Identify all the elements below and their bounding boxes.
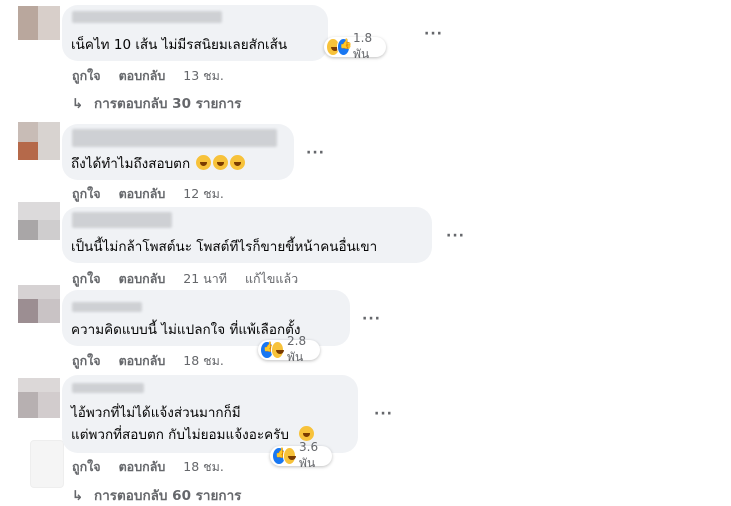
reaction-count: 2.8 พัน xyxy=(287,333,307,364)
laughing-emoji-icon xyxy=(213,155,229,170)
like-button[interactable]: ถูกใจ xyxy=(72,269,101,289)
comment-actions: ถูกใจ ตอบกลับ 13 ชม. xyxy=(72,66,224,86)
avatar[interactable] xyxy=(18,122,60,162)
comment-bubble: เป็นนี้ไม่กล้าโพสต์นะ โพสต์ทีไรก็ขายขี้ห… xyxy=(62,207,432,263)
like-button[interactable]: ถูกใจ xyxy=(72,457,101,477)
avatar[interactable] xyxy=(18,285,60,325)
comment-bubble: เน็คไท 10 เส้น ไม่มีรสนิยมเลยสักเส้น xyxy=(62,5,328,61)
laughing-emoji-icon xyxy=(230,155,246,170)
more-options-button[interactable]: ··· xyxy=(362,311,381,327)
more-options-button[interactable]: ··· xyxy=(446,228,465,244)
comment-text-content: ถึงได้ทำไมถึงสอบตก xyxy=(71,156,191,172)
reaction-count: 3.6 พัน xyxy=(299,439,319,470)
reaction-count: 1.8 พัน xyxy=(353,30,373,61)
like-reaction-icon xyxy=(336,38,351,56)
more-options-button[interactable]: ··· xyxy=(306,145,325,161)
reaction-summary[interactable]: 3.6 พัน xyxy=(270,440,333,470)
comment-text-line-2: แต่พวกที่สอบตก กับไม่ยอมแจ้งอะครับ xyxy=(71,425,315,445)
author-name[interactable] xyxy=(72,302,142,312)
timestamp[interactable]: 21 นาที xyxy=(183,269,227,289)
like-button[interactable]: ถูกใจ xyxy=(72,184,101,204)
reply-button[interactable]: ตอบกลับ xyxy=(119,269,166,289)
avatar-shadow xyxy=(30,440,64,488)
reply-button[interactable]: ตอบกลับ xyxy=(119,184,166,204)
author-name[interactable] xyxy=(72,129,277,147)
timestamp[interactable]: 18 ชม. xyxy=(183,457,224,477)
timestamp[interactable]: 18 ชม. xyxy=(183,351,224,371)
author-name[interactable] xyxy=(72,212,172,228)
reaction-summary[interactable]: 2.8 พัน xyxy=(258,334,321,364)
comment-text-line-1: ไอ้พวกที่ไม่ได้แจ้งส่วนมากก็มี xyxy=(71,405,241,421)
avatar[interactable] xyxy=(18,6,60,46)
reaction-summary[interactable]: 1.8 พัน xyxy=(324,31,387,61)
author-name[interactable] xyxy=(72,383,144,393)
more-options-button[interactable]: ··· xyxy=(424,26,443,42)
comment-text: เป็นนี้ไม่กล้าโพสต์นะ โพสต์ทีไรก็ขายขี้ห… xyxy=(71,239,378,255)
timestamp[interactable]: 13 ชม. xyxy=(183,66,224,86)
comment-bubble: ถึงได้ทำไมถึงสอบตก xyxy=(62,124,294,180)
edited-label[interactable]: แก้ไขแล้ว xyxy=(245,269,298,289)
like-button[interactable]: ถูกใจ xyxy=(72,351,101,371)
reply-button[interactable]: ตอบกลับ xyxy=(119,66,166,86)
avatar[interactable] xyxy=(18,378,60,418)
timestamp[interactable]: 12 ชม. xyxy=(183,184,224,204)
comment-actions: ถูกใจ ตอบกลับ 21 นาที แก้ไขแล้ว xyxy=(72,269,298,289)
view-replies-link[interactable]: ↳ การตอบกลับ 60 รายการ xyxy=(72,484,241,506)
reply-arrow-icon: ↳ xyxy=(72,96,84,112)
reply-arrow-icon: ↳ xyxy=(72,488,84,504)
comment-actions: ถูกใจ ตอบกลับ 18 ชม. xyxy=(72,351,224,371)
comment-actions: ถูกใจ ตอบกลับ 12 ชม. xyxy=(72,184,224,204)
haha-reaction-icon xyxy=(282,447,297,465)
replies-label: การตอบกลับ 30 รายการ xyxy=(94,96,242,112)
view-replies-link[interactable]: ↳ การตอบกลับ 30 รายการ xyxy=(72,92,241,114)
comment-text: ถึงได้ทำไมถึงสอบตก xyxy=(71,154,246,174)
like-button[interactable]: ถูกใจ xyxy=(72,66,101,86)
reply-button[interactable]: ตอบกลับ xyxy=(119,457,166,477)
comment-actions: ถูกใจ ตอบกลับ 18 ชม. xyxy=(72,457,224,477)
laughing-emoji-icon xyxy=(196,155,212,170)
comment-text: เน็คไท 10 เส้น ไม่มีรสนิยมเลยสักเส้น xyxy=(71,37,288,53)
more-options-button[interactable]: ··· xyxy=(374,406,393,422)
author-name[interactable] xyxy=(72,11,222,23)
reply-button[interactable]: ตอบกลับ xyxy=(119,351,166,371)
haha-reaction-icon xyxy=(270,341,285,359)
avatar[interactable] xyxy=(18,202,60,242)
comment-text-content: แต่พวกที่สอบตก กับไม่ยอมแจ้งอะครับ xyxy=(71,427,289,443)
replies-label: การตอบกลับ 60 รายการ xyxy=(94,488,242,504)
comment-text: ความคิดแบบนี้ ไม่แปลกใจ ที่แพ้เลือกตั้ง xyxy=(71,322,301,338)
